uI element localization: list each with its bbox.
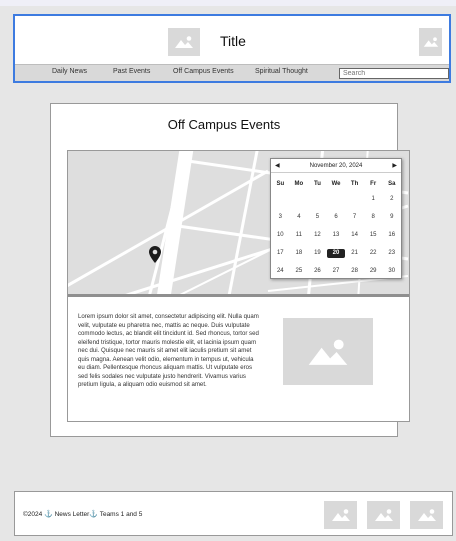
- calendar-header: ◀ November 20, 2024 ▶: [271, 159, 401, 173]
- map-pin-icon[interactable]: [149, 246, 161, 263]
- anchor-icon: ⚓: [89, 511, 98, 518]
- nav-item-off-campus-events[interactable]: Off Campus Events: [173, 68, 234, 75]
- calendar-week-row: 10 11 12 13 14 15 16: [271, 226, 401, 244]
- calendar-grid: Su Mo Tu We Th Fr Sa 1 2 3 4 5 6 7 8 9 10 11 12 13 14…: [271, 178, 401, 280]
- calendar-day[interactable]: 8: [364, 214, 383, 220]
- weekday-row: Su Mo Tu We Th Fr Sa: [271, 178, 401, 190]
- site-header: Title Daily News Past Events Off Campus …: [13, 14, 451, 83]
- weekday-label: We: [331, 181, 341, 187]
- next-month-icon[interactable]: ▶: [392, 162, 397, 169]
- content-card: Off Campus Events ◀ November 20, 2024 ▶ …: [50, 103, 410, 437]
- calendar-month-label: November 20, 2024: [309, 163, 363, 169]
- weekday-label: Su: [276, 181, 285, 187]
- calendar-day[interactable]: 2: [382, 196, 401, 202]
- image-icon: [308, 339, 348, 365]
- nav-bar: Daily News Past Events Off Campus Events…: [15, 64, 449, 81]
- newsletter-link[interactable]: News Letter: [55, 511, 90, 518]
- calendar-day[interactable]: 24: [271, 268, 290, 274]
- page-title: Title: [220, 33, 246, 49]
- calendar-day[interactable]: 14: [345, 232, 364, 238]
- nav-item-daily-news[interactable]: Daily News: [52, 68, 87, 75]
- weekday-label: Tu: [314, 181, 321, 187]
- image-icon: [374, 509, 393, 521]
- calendar-week-row: 17 18 19 20 21 22 23: [271, 244, 401, 262]
- calendar-day[interactable]: 18: [290, 250, 309, 256]
- calendar-day[interactable]: 4: [290, 214, 309, 220]
- calendar-day[interactable]: 28: [345, 268, 364, 274]
- calendar-day[interactable]: 22: [364, 250, 383, 256]
- image-icon: [175, 36, 193, 48]
- calendar-day[interactable]: 30: [382, 268, 401, 274]
- header-logo-image-placeholder: [168, 28, 200, 56]
- calendar-day[interactable]: 26: [308, 268, 327, 274]
- search-input[interactable]: [339, 68, 449, 79]
- header-right-image-placeholder: [419, 28, 442, 56]
- weekday-label: Fr: [370, 181, 377, 187]
- calendar-day[interactable]: 16: [382, 232, 401, 238]
- calendar-day[interactable]: 20: [326, 248, 346, 258]
- footer-text: ©2024 ⚓ News Letter⚓ Teams 1 and 5: [23, 510, 142, 518]
- copyright-text: ©2024: [23, 511, 43, 518]
- date-picker: ◀ November 20, 2024 ▶ Su Mo Tu We Th Fr …: [270, 158, 402, 279]
- event-image-placeholder: [283, 318, 373, 385]
- calendar-day[interactable]: 5: [308, 214, 327, 220]
- calendar-week-row: 3456789: [271, 208, 401, 226]
- calendar-day[interactable]: 13: [327, 232, 346, 238]
- calendar-day[interactable]: 29: [364, 268, 383, 274]
- calendar-day[interactable]: 3: [271, 214, 290, 220]
- weekday-label: Mo: [294, 181, 304, 187]
- image-icon: [423, 37, 438, 47]
- footer-image-placeholder: [324, 501, 357, 529]
- calendar-day[interactable]: 10: [271, 232, 290, 238]
- calendar-day[interactable]: 15: [364, 232, 383, 238]
- calendar-day[interactable]: 17: [271, 250, 290, 256]
- nav-item-spiritual-thought[interactable]: Spiritual Thought: [255, 68, 308, 75]
- weekday-label: Sa: [388, 181, 396, 187]
- nav-item-past-events[interactable]: Past Events: [113, 68, 150, 75]
- image-icon: [331, 509, 350, 521]
- map-view[interactable]: ◀ November 20, 2024 ▶ Su Mo Tu We Th Fr …: [68, 151, 409, 296]
- calendar-day[interactable]: 1: [364, 196, 383, 202]
- calendar-week-row: 24 25 26 27 28 29 30: [271, 262, 401, 280]
- calendar-day[interactable]: 6: [327, 214, 346, 220]
- footer-image-placeholder: [410, 501, 443, 529]
- calendar-day[interactable]: 23: [382, 250, 401, 256]
- calendar-weeks: 1 2 3 4 5 6 7 8 9 10 11 12 13 14 15 16 17 18 19 20 21 22 23 24 2…: [271, 190, 401, 280]
- weekday-label: Th: [350, 181, 359, 187]
- divider: [68, 294, 409, 297]
- teams-text: Teams 1 and 5: [99, 511, 143, 518]
- anchor-icon: ⚓: [44, 511, 53, 518]
- image-icon: [417, 509, 436, 521]
- event-description: Lorem ipsum dolor sit amet, consectetur …: [78, 313, 259, 389]
- top-strip: [0, 0, 456, 6]
- calendar-day[interactable]: 21: [345, 250, 364, 256]
- calendar-day[interactable]: 19: [308, 250, 327, 256]
- calendar-day[interactable]: 27: [327, 268, 346, 274]
- site-footer: ©2024 ⚓ News Letter⚓ Teams 1 and 5: [14, 491, 453, 536]
- calendar-day[interactable]: 12: [308, 232, 327, 238]
- calendar-day[interactable]: 9: [382, 214, 401, 220]
- event-panel: ◀ November 20, 2024 ▶ Su Mo Tu We Th Fr …: [67, 150, 410, 422]
- calendar-week-row: 12: [271, 190, 401, 208]
- calendar-day[interactable]: 25: [290, 268, 309, 274]
- section-heading: Off Campus Events: [167, 117, 281, 132]
- calendar-day[interactable]: 11: [290, 232, 309, 238]
- calendar-day[interactable]: 7: [345, 214, 364, 220]
- footer-image-placeholder: [367, 501, 400, 529]
